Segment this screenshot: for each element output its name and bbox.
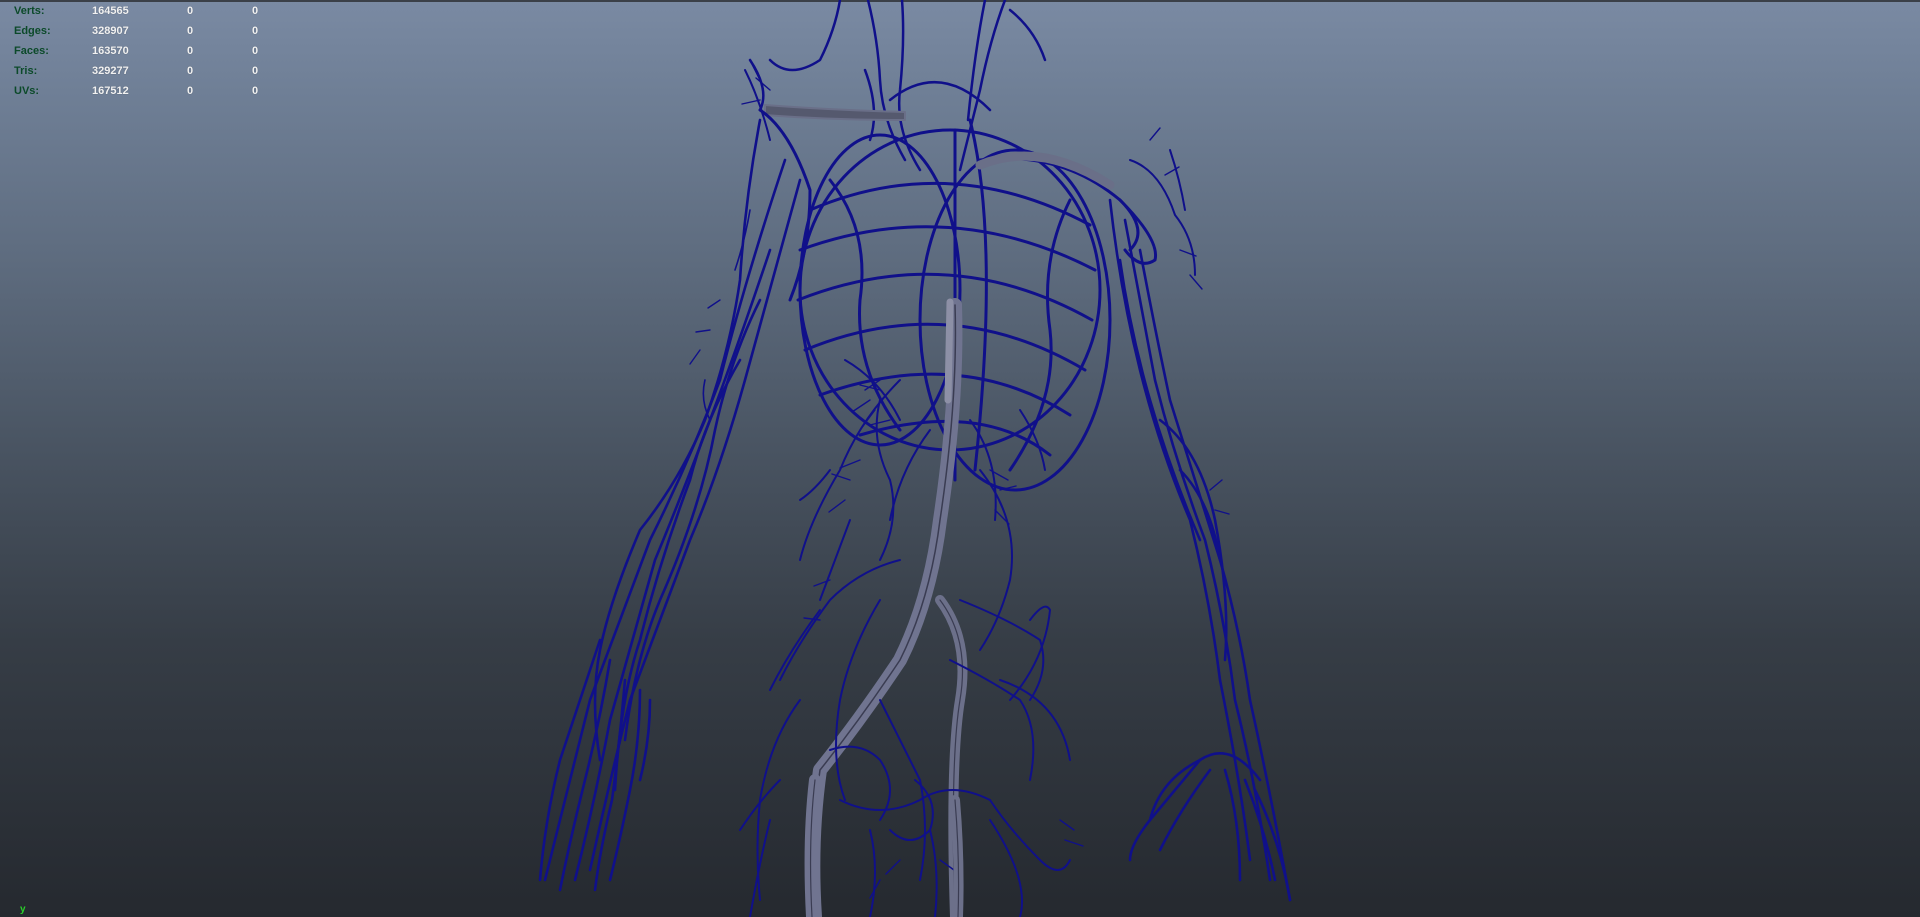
hud-component-value: 0: [252, 65, 259, 77]
capillary-branches: [689, 63, 1230, 899]
hud-label: Faces:: [14, 45, 49, 57]
hud-row-tris: Tris: 329277 0 0: [14, 61, 274, 81]
left-arm-vessels: [538, 118, 802, 892]
hud-total-value: 329277: [92, 65, 129, 77]
hud-selected-value: 0: [187, 45, 194, 57]
poly-count-hud: Verts: 164565 0 0 Edges: 328907 0 0 Face…: [14, 1, 274, 101]
hud-selected-value: 0: [187, 85, 194, 97]
hud-label: UVs:: [14, 85, 40, 97]
hud-component-value: 0: [252, 45, 259, 57]
rib-curve: [968, 118, 988, 472]
hud-label: Edges:: [14, 25, 51, 37]
hud-selected-value: 0: [187, 5, 194, 17]
hud-total-value: 167512: [92, 85, 129, 97]
hud-row-verts: Verts: 164565 0 0: [14, 1, 274, 21]
3d-viewport[interactable]: Verts: 164565 0 0 Edges: 328907 0 0 Face…: [0, 0, 1920, 917]
vascular-wireframe-model[interactable]: [0, 0, 1920, 917]
hud-total-value: 164565: [92, 5, 129, 17]
hud-total-value: 163570: [92, 45, 129, 57]
hud-component-value: 0: [252, 5, 259, 17]
hud-label: Verts:: [14, 5, 45, 17]
right-arm-vessels: [1108, 198, 1292, 902]
hud-row-edges: Edges: 328907 0 0: [14, 21, 274, 41]
rib-curve: [803, 322, 1087, 372]
hud-label: Tris:: [14, 65, 38, 77]
neck-vessels: [748, 0, 1047, 172]
hud-selected-value: 0: [187, 25, 194, 37]
hud-component-value: 0: [252, 85, 259, 97]
hud-selected-value: 0: [187, 65, 194, 77]
hud-component-value: 0: [252, 25, 259, 37]
axis-label: y: [20, 904, 26, 915]
view-axis-icon: y: [20, 905, 26, 915]
hud-total-value: 328907: [92, 25, 129, 37]
hud-row-faces: Faces: 163570 0 0: [14, 41, 274, 61]
hud-row-uvs: UVs: 167512 0 0: [14, 81, 274, 101]
